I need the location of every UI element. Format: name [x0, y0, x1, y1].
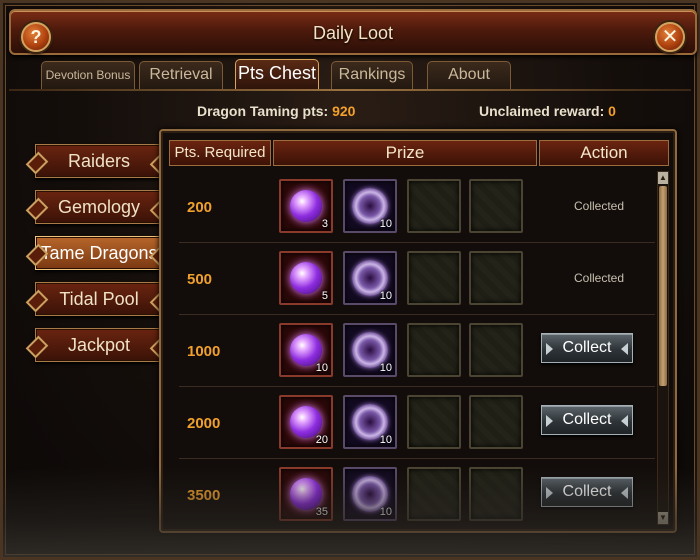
pts-value: 920 — [332, 103, 356, 119]
scroll-down-arrow-icon[interactable]: ▼ — [658, 512, 668, 524]
header-action: Action — [539, 140, 669, 166]
prize-slot[interactable]: 10 — [279, 323, 333, 377]
item-quantity: 10 — [379, 362, 392, 374]
empty-slot — [407, 179, 461, 233]
table-row: 200 3 10 Collected — [179, 171, 655, 243]
prize-slot[interactable]: 10 — [343, 467, 397, 521]
item-quantity: 10 — [379, 506, 392, 518]
empty-slot — [407, 467, 461, 521]
empty-slot — [407, 395, 461, 449]
window-title: Daily Loot — [312, 23, 394, 43]
collected-status: Collected — [573, 271, 625, 285]
item-quantity: 10 — [315, 362, 328, 374]
header-prize: Prize — [273, 140, 537, 166]
table-row: 1000 10 10 Collect — [179, 315, 655, 387]
item-quantity: 10 — [379, 218, 392, 230]
item-quantity: 5 — [321, 290, 328, 302]
scroll-up-arrow-icon[interactable]: ▲ — [658, 172, 668, 184]
empty-slot — [469, 467, 523, 521]
item-quantity: 20 — [315, 434, 328, 446]
pts-required: 3500 — [187, 487, 221, 504]
empty-slot — [469, 251, 523, 305]
empty-slot — [469, 395, 523, 449]
prize-slot[interactable]: 20 — [279, 395, 333, 449]
prize-slot[interactable]: 35 — [279, 467, 333, 521]
tab-devotion-bonus[interactable]: Devotion Bonus — [41, 61, 135, 89]
purple-orb-icon — [290, 190, 322, 222]
pts-chest-panel: Pts. Required Prize Action 200 3 10 Coll… — [159, 129, 677, 533]
table-row: 3500 35 10 Collect — [179, 459, 655, 527]
collect-button[interactable]: Collect — [541, 405, 633, 435]
reward-label: Unclaimed reward: — [479, 103, 605, 119]
title-bar: ? Daily Loot ✕ — [9, 9, 697, 55]
pts-required: 200 — [187, 199, 213, 216]
prize-slot[interactable]: 10 — [343, 395, 397, 449]
tab-divider — [9, 89, 691, 91]
empty-slot — [407, 323, 461, 377]
collect-button[interactable]: Collect — [541, 333, 633, 363]
violet-gem-icon — [352, 476, 388, 512]
table-header: Pts. Required Prize Action — [169, 140, 669, 166]
item-quantity: 10 — [379, 434, 392, 446]
purple-orb-icon — [290, 262, 322, 294]
prize-slot[interactable]: 10 — [343, 251, 397, 305]
item-quantity: 3 — [321, 218, 328, 230]
menu-tidal-pool[interactable]: Tidal Pool — [35, 282, 163, 316]
pts-required: 500 — [187, 271, 213, 288]
empty-slot — [407, 251, 461, 305]
menu-raiders[interactable]: Raiders — [35, 144, 163, 178]
reward-value: 0 — [608, 103, 616, 119]
close-button[interactable]: ✕ — [655, 22, 685, 52]
prize-slot[interactable]: 10 — [343, 179, 397, 233]
tab-retrieval[interactable]: Retrieval — [139, 61, 223, 89]
scrollbar[interactable]: ▲ ▼ — [657, 171, 669, 525]
daily-loot-window: ? Daily Loot ✕ Devotion Bonus Retrieval … — [0, 0, 700, 560]
prize-slot[interactable]: 3 — [279, 179, 333, 233]
collect-button[interactable]: Collect — [541, 477, 633, 507]
menu-tame-dragons[interactable]: Tame Dragons — [35, 236, 163, 270]
empty-slot — [469, 179, 523, 233]
prize-slot[interactable]: 5 — [279, 251, 333, 305]
item-quantity: 35 — [315, 506, 328, 518]
tab-rankings[interactable]: Rankings — [331, 61, 413, 89]
pts-label: Dragon Taming pts: — [197, 103, 329, 119]
reward-list: 200 3 10 Collected 500 5 10 Collected 10… — [179, 171, 655, 527]
pts-required: 1000 — [187, 343, 221, 360]
purple-orb-icon — [290, 478, 322, 510]
collected-status: Collected — [573, 199, 625, 213]
prize-slot[interactable]: 10 — [343, 323, 397, 377]
menu-gemology[interactable]: Gemology — [35, 190, 163, 224]
tab-about[interactable]: About — [427, 61, 511, 89]
table-row: 2000 20 10 Collect — [179, 387, 655, 459]
table-row: 500 5 10 Collected — [179, 243, 655, 315]
dragon-taming-pts: Dragon Taming pts: 920 — [197, 103, 355, 119]
header-pts-required: Pts. Required — [169, 140, 271, 166]
menu-jackpot[interactable]: Jackpot — [35, 328, 163, 362]
tab-pts-chest[interactable]: Pts Chest — [235, 59, 319, 89]
unclaimed-reward: Unclaimed reward: 0 — [479, 103, 616, 119]
item-quantity: 10 — [379, 290, 392, 302]
scroll-thumb[interactable] — [659, 186, 667, 386]
empty-slot — [469, 323, 523, 377]
pts-required: 2000 — [187, 415, 221, 432]
